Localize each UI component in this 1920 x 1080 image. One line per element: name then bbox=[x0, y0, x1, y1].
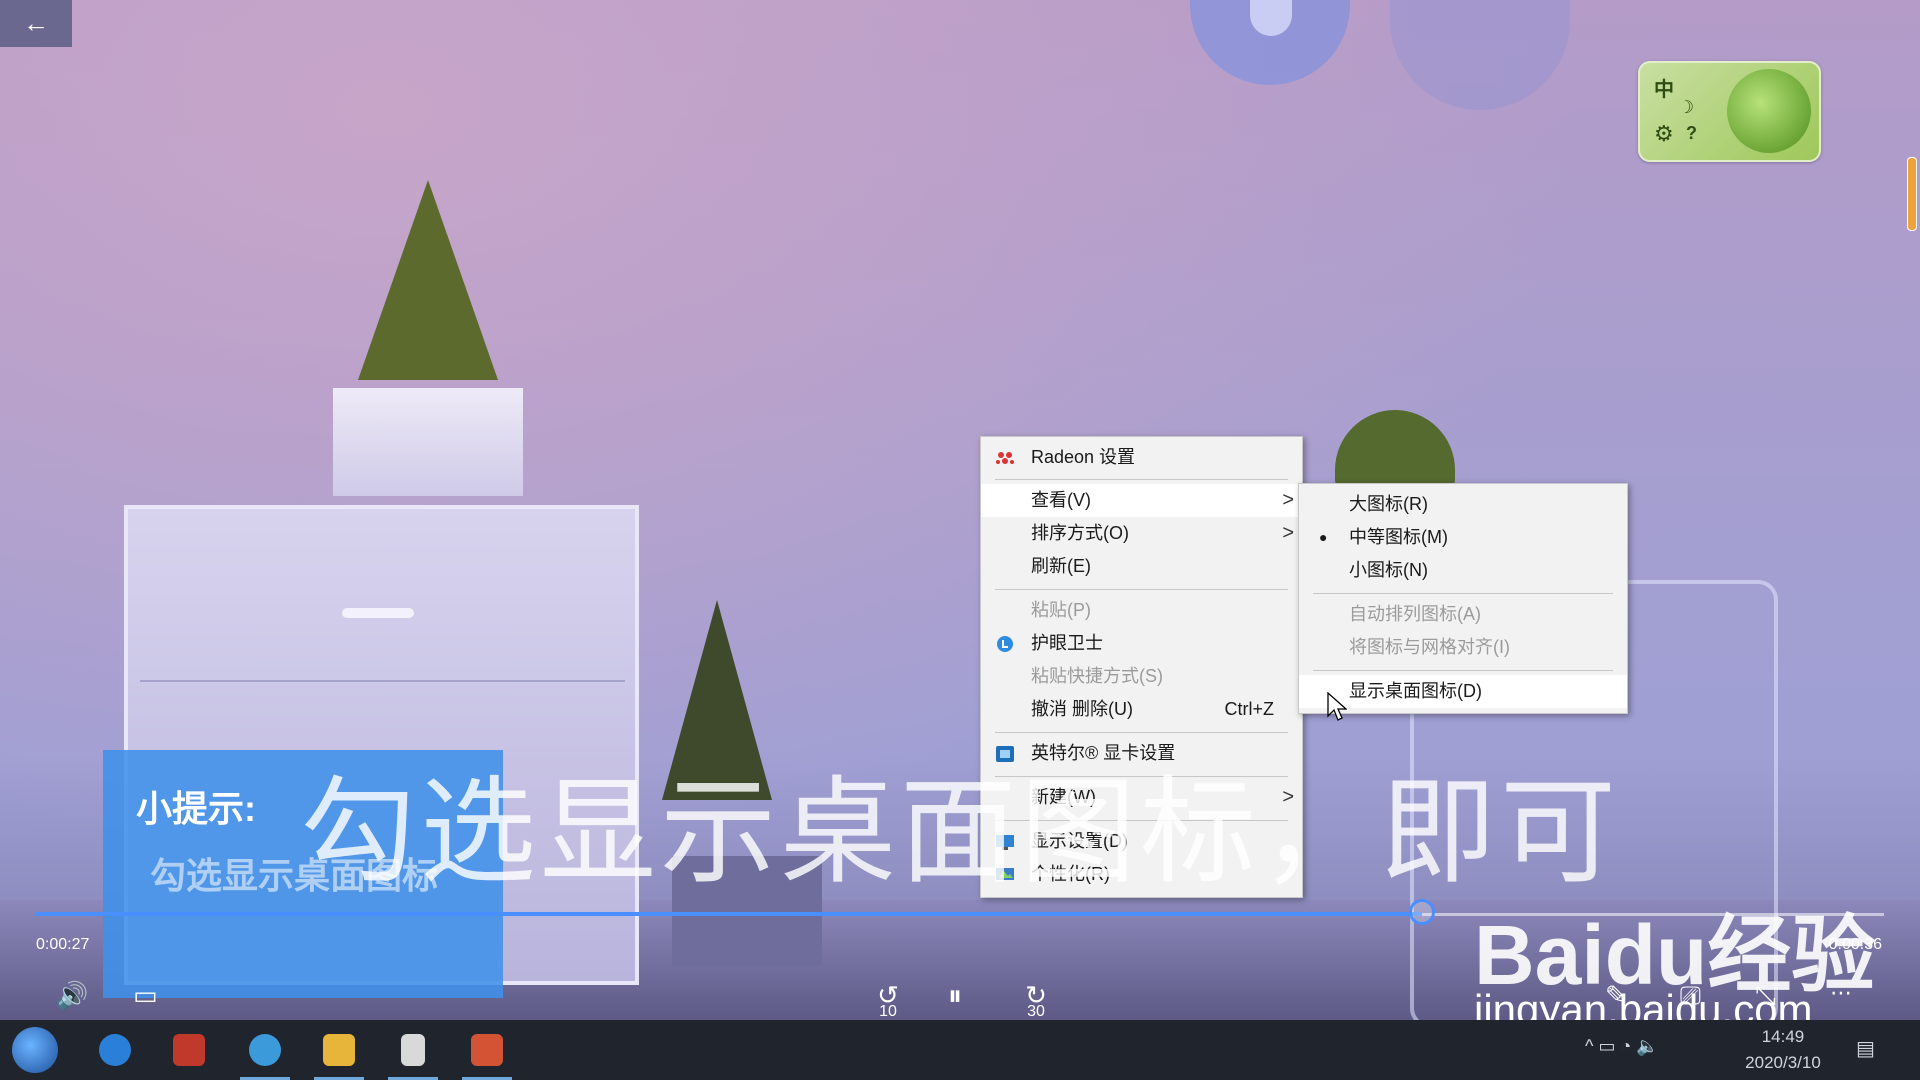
gear-icon[interactable]: ⚙ bbox=[1654, 121, 1674, 147]
menu-separator bbox=[995, 589, 1288, 590]
back-button[interactable]: ← bbox=[0, 0, 72, 47]
help-icon[interactable]: ? bbox=[1686, 123, 1697, 144]
menu-item-label: 刷新(E) bbox=[1031, 556, 1091, 576]
taskbar-app[interactable] bbox=[236, 1020, 294, 1080]
pause-icon: ⏸ bbox=[948, 980, 963, 1011]
taskbar-app[interactable] bbox=[458, 1020, 516, 1080]
taskbar-app[interactable] bbox=[384, 1020, 442, 1080]
menu-item-label: 自动排列图标(A) bbox=[1349, 604, 1481, 624]
subtitle-icon: ▭ bbox=[133, 980, 158, 1010]
taskbar-clock[interactable]: 14:49 2020/3/10 bbox=[1728, 1024, 1838, 1076]
start-button[interactable] bbox=[6, 1020, 64, 1080]
subtitles-button[interactable]: ▭ bbox=[133, 980, 158, 1011]
menu-item-label: 护眼卫士 bbox=[1031, 633, 1103, 653]
edge-scroll-indicator[interactable] bbox=[1907, 157, 1917, 231]
menu-item-label: 小图标(N) bbox=[1349, 560, 1428, 580]
video-caption: 勾选显示桌面图标，即可 bbox=[300, 765, 1620, 900]
ime-leaf-logo bbox=[1727, 69, 1811, 153]
menu-item-sort-by[interactable]: 排序方式(O) > bbox=[981, 517, 1302, 550]
wallpaper-pot bbox=[333, 388, 523, 496]
mouse-cursor-icon bbox=[1327, 692, 1347, 721]
chevron-right-icon: > bbox=[1282, 489, 1294, 511]
windows-start-icon bbox=[12, 1027, 58, 1073]
menu-item-paste-shortcut[interactable]: 粘贴快捷方式(S) bbox=[981, 660, 1302, 693]
rewind-button[interactable]: ↺ 10 bbox=[866, 980, 910, 1021]
menu-separator bbox=[995, 732, 1288, 733]
speaker-icon: 🔊 bbox=[56, 980, 89, 1010]
menu-separator bbox=[1313, 670, 1613, 671]
menu-item-medium-icons[interactable]: ● 中等图标(M) bbox=[1299, 521, 1627, 554]
menu-item-eye-guard[interactable]: 护眼卫士 bbox=[981, 627, 1302, 660]
taskbar-app[interactable] bbox=[310, 1020, 368, 1080]
eye-guard-icon bbox=[997, 636, 1013, 652]
browser-icon bbox=[99, 1034, 131, 1066]
menu-item-label: 粘贴(P) bbox=[1031, 600, 1091, 620]
radeon-icon bbox=[996, 452, 1014, 464]
document-icon bbox=[401, 1034, 425, 1066]
menu-item-view[interactable]: 查看(V) > bbox=[981, 484, 1302, 517]
progress-handle[interactable] bbox=[1409, 899, 1435, 925]
wallpaper-cabinet-handle bbox=[342, 608, 414, 618]
current-time: 0:00:27 bbox=[36, 936, 90, 953]
notification-icon: ▤ bbox=[1856, 1038, 1875, 1060]
ime-toolbar[interactable]: 中 ☽ ⚙ ? bbox=[1638, 61, 1821, 162]
forward-seconds: 30 bbox=[1027, 1003, 1045, 1020]
edge-icon bbox=[249, 1034, 281, 1066]
forward-button[interactable]: ↻ 30 bbox=[1014, 980, 1058, 1021]
selected-bullet-icon: ● bbox=[1319, 529, 1328, 545]
ime-language-indicator[interactable]: 中 bbox=[1654, 73, 1674, 102]
menu-separator bbox=[995, 479, 1288, 480]
chevron-right-icon: > bbox=[1282, 522, 1294, 544]
pause-button[interactable]: ⏸ bbox=[948, 980, 962, 1013]
tip-label: 小提示: bbox=[136, 788, 256, 829]
menu-item-refresh[interactable]: 刷新(E) bbox=[981, 550, 1302, 583]
volume-button[interactable]: 🔊 bbox=[56, 980, 88, 1011]
menu-item-label: 粘贴快捷方式(S) bbox=[1031, 666, 1163, 686]
menu-item-label: 中等图标(M) bbox=[1349, 527, 1448, 547]
view-submenu: 大图标(R) ● 中等图标(M) 小图标(N) 自动排列图标(A) 将图标与网格… bbox=[1298, 483, 1628, 714]
rewind-seconds: 10 bbox=[879, 1003, 897, 1020]
menu-item-label: 大图标(R) bbox=[1349, 494, 1428, 514]
system-tray-icons[interactable]: ^ ▭ ◔ 🔈 bbox=[1585, 1036, 1659, 1057]
menu-item-label: 将图标与网格对齐(I) bbox=[1349, 637, 1510, 657]
paint-icon bbox=[173, 1034, 205, 1066]
menu-item-align-to-grid[interactable]: 将图标与网格对齐(I) bbox=[1299, 631, 1627, 664]
menu-item-shortcut: Ctrl+Z bbox=[1224, 699, 1275, 719]
wallpaper-cabinet-line bbox=[140, 680, 625, 682]
menu-item-label: 显示桌面图标(D) bbox=[1349, 681, 1482, 701]
notification-center-button[interactable]: ▤ bbox=[1856, 1036, 1875, 1061]
file-explorer-icon bbox=[323, 1034, 355, 1066]
menu-separator bbox=[1313, 593, 1613, 594]
clock-date: 2020/3/10 bbox=[1745, 1053, 1821, 1072]
progress-fill bbox=[36, 912, 1422, 916]
menu-item-auto-arrange[interactable]: 自动排列图标(A) bbox=[1299, 598, 1627, 631]
menu-item-radeon-settings[interactable]: Radeon 设置 bbox=[981, 441, 1302, 474]
arrow-left-icon: ← bbox=[23, 8, 49, 38]
menu-item-undo-delete[interactable]: 撤消 删除(U) Ctrl+Z bbox=[981, 693, 1302, 726]
menu-item-show-desktop-icons[interactable]: 显示桌面图标(D) bbox=[1299, 675, 1627, 708]
taskbar-app[interactable] bbox=[160, 1020, 218, 1080]
wallpaper-plant bbox=[358, 180, 498, 380]
taskbar-app[interactable] bbox=[86, 1020, 144, 1080]
menu-item-label: 查看(V) bbox=[1031, 490, 1091, 510]
menu-item-label: 排序方式(O) bbox=[1031, 523, 1129, 543]
menu-item-small-icons[interactable]: 小图标(N) bbox=[1299, 554, 1627, 587]
clock-time: 14:49 bbox=[1761, 1027, 1805, 1046]
menu-item-label: Radeon 设置 bbox=[1031, 447, 1136, 467]
menu-item-large-icons[interactable]: 大图标(R) bbox=[1299, 488, 1627, 521]
moon-icon[interactable]: ☽ bbox=[1678, 97, 1694, 118]
menu-item-label: 撤消 删除(U) bbox=[1031, 699, 1133, 719]
presentation-icon bbox=[471, 1034, 503, 1066]
menu-item-paste[interactable]: 粘贴(P) bbox=[981, 594, 1302, 627]
